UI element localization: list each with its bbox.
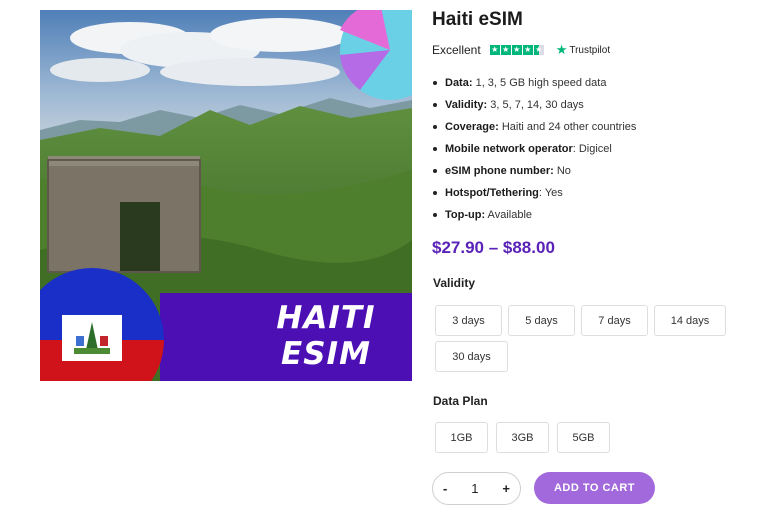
validity-option-14-days[interactable]: 14 days (654, 305, 726, 336)
trustpilot-star-icon: ★ (555, 42, 568, 57)
validity-label: Validity (433, 276, 476, 290)
trustpilot-label: Trustpilot (569, 44, 611, 56)
validity-option-7-days[interactable]: 7 days (581, 305, 648, 336)
feature-label: Mobile network operator (445, 143, 573, 155)
increase-quantity-button[interactable]: + (502, 481, 510, 496)
data-plan-label: Data Plan (433, 394, 488, 408)
bullet-icon (433, 147, 437, 151)
data-plan-option-1gb[interactable]: 1GB (435, 422, 488, 453)
rating-stars: ★ ★ ★ ★ ★ (489, 45, 544, 55)
feature-item: Coverage: Haiti and 24 other countries (433, 116, 636, 138)
feature-label: Top-up: (445, 209, 486, 221)
star-icon: ★ (500, 45, 511, 55)
star-icon: ★ (522, 45, 533, 55)
bullet-icon (433, 169, 437, 173)
feature-value: 1, 3, 5 GB high speed data (472, 77, 607, 89)
bullet-icon (433, 125, 437, 129)
feature-item: Data: 1, 3, 5 GB high speed data (433, 72, 636, 94)
validity-option-3-days[interactable]: 3 days (435, 305, 502, 336)
feature-item: Validity: 3, 5, 7, 14, 30 days (433, 94, 636, 116)
validity-option-30-days[interactable]: 30 days (435, 341, 508, 372)
feature-value: : Yes (538, 187, 563, 199)
feature-label: eSIM phone number: (445, 165, 554, 177)
bullet-icon (433, 103, 437, 107)
star-icon: ★ (489, 45, 500, 55)
data-plan-option-3gb[interactable]: 3GB (496, 422, 549, 453)
trustpilot-rating[interactable]: Excellent ★ ★ ★ ★ ★ ★ Trustpilot (432, 42, 611, 57)
feature-item: Hotspot/Tethering: Yes (433, 182, 636, 204)
feature-list: Data: 1, 3, 5 GB high speed data Validit… (433, 72, 636, 226)
quantity-stepper[interactable]: - 1 + (432, 472, 521, 505)
bullet-icon (433, 81, 437, 85)
product-title: Haiti eSIM (432, 9, 523, 30)
banner-line-2: ESIM (281, 336, 371, 372)
feature-item: eSIM phone number: No (433, 160, 636, 182)
quantity-value[interactable]: 1 (471, 481, 478, 496)
rating-label: Excellent (432, 43, 481, 57)
banner-line-1: HAITI (276, 300, 376, 336)
add-to-cart-button[interactable]: ADD TO CART (534, 472, 655, 504)
validity-option-5-days[interactable]: 5 days (508, 305, 575, 336)
feature-value: : Digicel (572, 143, 612, 155)
feature-item: Top-up: Available (433, 204, 636, 226)
feature-label: Hotspot/Tethering (445, 187, 539, 199)
feature-label: Data: (445, 77, 473, 89)
product-image: HAITI ESIM (40, 10, 412, 381)
data-plan-option-5gb[interactable]: 5GB (557, 422, 610, 453)
star-icon: ★ (511, 45, 522, 55)
price-range: $27.90 – $88.00 (432, 238, 555, 257)
bullet-icon (433, 213, 437, 217)
feature-item: Mobile network operator: Digicel (433, 138, 636, 160)
feature-value: 3, 5, 7, 14, 30 days (487, 99, 584, 111)
half-star-icon: ★ (533, 45, 544, 55)
bullet-icon (433, 191, 437, 195)
feature-value: No (553, 165, 571, 177)
decrease-quantity-button[interactable]: - (443, 481, 447, 496)
feature-value: Haiti and 24 other countries (498, 121, 637, 133)
feature-label: Validity: (445, 99, 488, 111)
image-banner-text: HAITI ESIM (240, 300, 412, 372)
feature-label: Coverage: (445, 121, 499, 133)
feature-value: Available (485, 209, 532, 221)
